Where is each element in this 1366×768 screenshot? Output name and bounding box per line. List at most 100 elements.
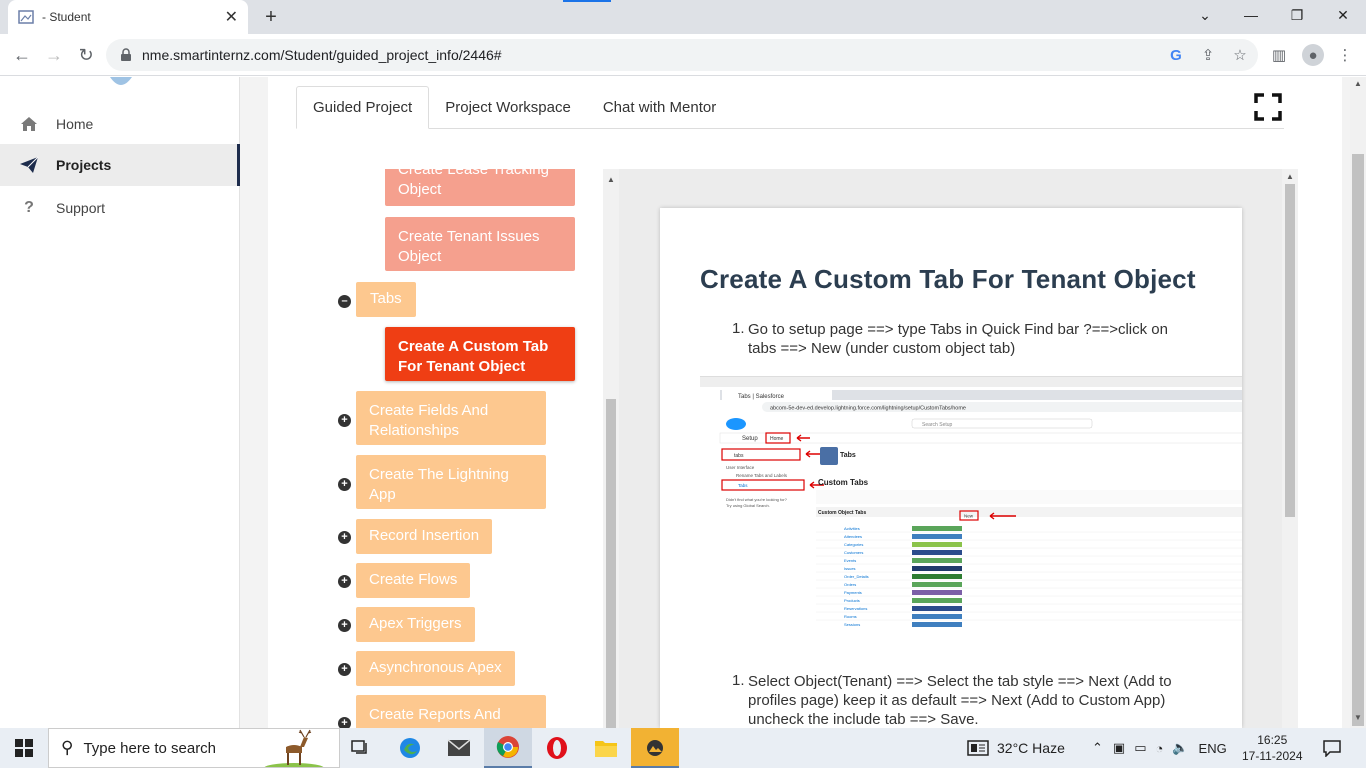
tab-project-workspace[interactable]: Project Workspace <box>429 86 587 129</box>
menu-kebab-icon[interactable]: ⋮ <box>1336 46 1354 64</box>
scroll-up-icon[interactable]: ▲ <box>1354 79 1362 88</box>
svg-text:Reservations: Reservations <box>844 606 867 611</box>
step-number: 1. <box>732 320 745 337</box>
meet-now-icon[interactable]: ▣ <box>1113 740 1125 756</box>
page: Home Projects ? Support Guided Project P… <box>0 77 1366 728</box>
share-icon[interactable]: ⇪ <box>1199 46 1217 64</box>
svg-text:Issues: Issues <box>844 566 856 571</box>
scroll-thumb[interactable] <box>1352 154 1364 726</box>
fullscreen-icon[interactable] <box>1254 93 1282 121</box>
show-hidden-icons-icon[interactable]: ⌃ <box>1092 740 1103 756</box>
weather-news-icon <box>967 740 989 756</box>
tab-search-chevron-icon[interactable]: ⌄ <box>1182 0 1228 30</box>
svg-text:Payments: Payments <box>844 590 862 595</box>
battery-icon[interactable]: ▭ <box>1134 740 1146 756</box>
expand-icon[interactable]: + <box>338 414 351 427</box>
project-tabs: Guided Project Project Workspace Chat wi… <box>296 86 1284 129</box>
expand-icon[interactable]: + <box>338 531 351 544</box>
taskbar-search-box[interactable]: ⚲ Type here to search <box>48 728 340 768</box>
svg-text:User Interface: User Interface <box>726 465 755 470</box>
windows-start-icon[interactable] <box>0 728 48 768</box>
expand-icon[interactable]: + <box>338 717 351 728</box>
tab-guided-project[interactable]: Guided Project <box>296 86 430 129</box>
svg-text:Categories: Categories <box>844 542 863 547</box>
page-favicon-icon <box>18 10 34 24</box>
notifications-icon[interactable] <box>1322 728 1342 768</box>
sidebar-item-label: Projects <box>56 157 112 173</box>
scroll-thumb[interactable] <box>1285 184 1295 517</box>
scroll-down-icon[interactable]: ▼ <box>1354 713 1362 722</box>
new-tab-icon[interactable]: + <box>258 4 284 30</box>
windows-taskbar: ⚲ Type here to search 32°C Haze ⌃ ▣ ▭ ◔ … <box>0 728 1366 768</box>
google-icon[interactable]: G <box>1167 46 1185 64</box>
viewer-left-scrollbar[interactable]: ▲ <box>603 169 619 728</box>
paper-plane-icon <box>18 156 40 174</box>
scroll-up-icon[interactable]: ▲ <box>607 175 615 184</box>
back-icon[interactable]: ← <box>9 42 35 68</box>
svg-text:Events: Events <box>844 558 856 563</box>
tree-node[interactable]: Asynchronous Apex <box>356 651 515 686</box>
address-bar[interactable]: nme.smartinternz.com/Student/guided_proj… <box>106 39 1258 71</box>
edge-icon[interactable] <box>386 728 434 768</box>
tree-node[interactable]: Create The Lightning App <box>356 455 546 509</box>
expand-icon[interactable]: + <box>338 663 351 676</box>
file-explorer-icon[interactable] <box>582 728 630 768</box>
chrome-icon[interactable] <box>484 728 532 768</box>
weather-widget[interactable]: 32°C Haze <box>967 728 1065 768</box>
expand-icon[interactable]: + <box>338 575 351 588</box>
tab-close-icon[interactable]: ✕ <box>225 7 238 27</box>
minimize-icon[interactable]: — <box>1228 0 1274 30</box>
image-viewer-icon[interactable] <box>631 728 679 768</box>
sidebar-item-projects[interactable]: Projects <box>0 144 240 186</box>
window-close-icon[interactable]: ✕ <box>1320 0 1366 30</box>
svg-text:Tabs | Salesforce: Tabs | Salesforce <box>738 394 785 400</box>
clock[interactable]: 16:25 17-11-2024 <box>1242 728 1303 768</box>
scroll-thumb[interactable] <box>606 399 616 728</box>
reload-icon[interactable]: ↻ <box>73 42 99 68</box>
svg-text:Products: Products <box>844 598 860 603</box>
volume-icon[interactable]: 🔈 <box>1172 740 1188 756</box>
forward-icon[interactable]: → <box>41 42 67 68</box>
svg-text:Rooms: Rooms <box>844 614 857 619</box>
tree-node[interactable]: Create Lease Tracking Object <box>385 169 575 206</box>
tree-node[interactable]: Create Tenant Issues Object <box>385 217 575 271</box>
tree-node[interactable]: Record Insertion <box>356 519 493 554</box>
tree-node[interactable]: Create Fields And Relationships <box>356 391 546 445</box>
profile-icon[interactable]: ● <box>1302 44 1324 66</box>
svg-text:Try using Global Search.: Try using Global Search. <box>726 503 770 508</box>
browser-toolbar: ← → ↻ nme.smartinternz.com/Student/guide… <box>0 34 1366 76</box>
page-scrollbar[interactable]: ▲ ▼ <box>1350 77 1366 728</box>
mail-icon[interactable] <box>435 728 483 768</box>
wifi-icon[interactable]: ◔ <box>1156 741 1164 756</box>
svg-text:Order_Details: Order_Details <box>844 574 869 579</box>
collapse-icon[interactable]: – <box>338 295 351 308</box>
svg-text:Setup: Setup <box>742 436 758 442</box>
svg-text:Custom Object Tabs: Custom Object Tabs <box>818 510 866 516</box>
sidebar-item-home[interactable]: Home <box>0 103 240 145</box>
tree-node[interactable]: Create Flows <box>356 563 471 598</box>
svg-text:Attendees: Attendees <box>844 534 862 539</box>
expand-icon[interactable]: + <box>338 619 351 632</box>
bookmark-star-icon[interactable]: ☆ <box>1231 46 1249 64</box>
svg-text:Tabs: Tabs <box>738 483 748 488</box>
step-text: Go to setup page ==> type Tabs in Quick … <box>748 321 1168 357</box>
tree-node[interactable]: Apex Triggers <box>356 607 475 642</box>
sidebar-item-label: Home <box>56 116 94 132</box>
browser-tab[interactable]: - Student ✕ <box>8 0 248 34</box>
tree-node[interactable]: Tabs <box>356 282 416 317</box>
sidebar-item-support[interactable]: ? Support <box>0 187 240 229</box>
scroll-up-icon[interactable]: ▲ <box>1286 172 1294 181</box>
lock-icon <box>121 48 131 61</box>
tree-node-current[interactable]: Create A Custom Tab For Tenant Object <box>385 327 575 381</box>
viewer-right-scrollbar[interactable]: ▲ <box>1282 169 1298 728</box>
project-tree: Create Lease Tracking Object Create Tena… <box>338 169 584 728</box>
opera-icon[interactable] <box>533 728 581 768</box>
task-view-icon[interactable] <box>337 728 385 768</box>
side-panel-icon[interactable]: ▥ <box>1270 46 1288 64</box>
svg-text:Customers: Customers <box>844 550 863 555</box>
language-indicator[interactable]: ENG <box>1199 741 1227 756</box>
tab-chat-with-mentor[interactable]: Chat with Mentor <box>587 86 732 129</box>
restore-icon[interactable]: ❐ <box>1274 0 1320 30</box>
tree-node[interactable]: Create Reports And Dashboards <box>356 695 546 728</box>
expand-icon[interactable]: + <box>338 478 351 491</box>
